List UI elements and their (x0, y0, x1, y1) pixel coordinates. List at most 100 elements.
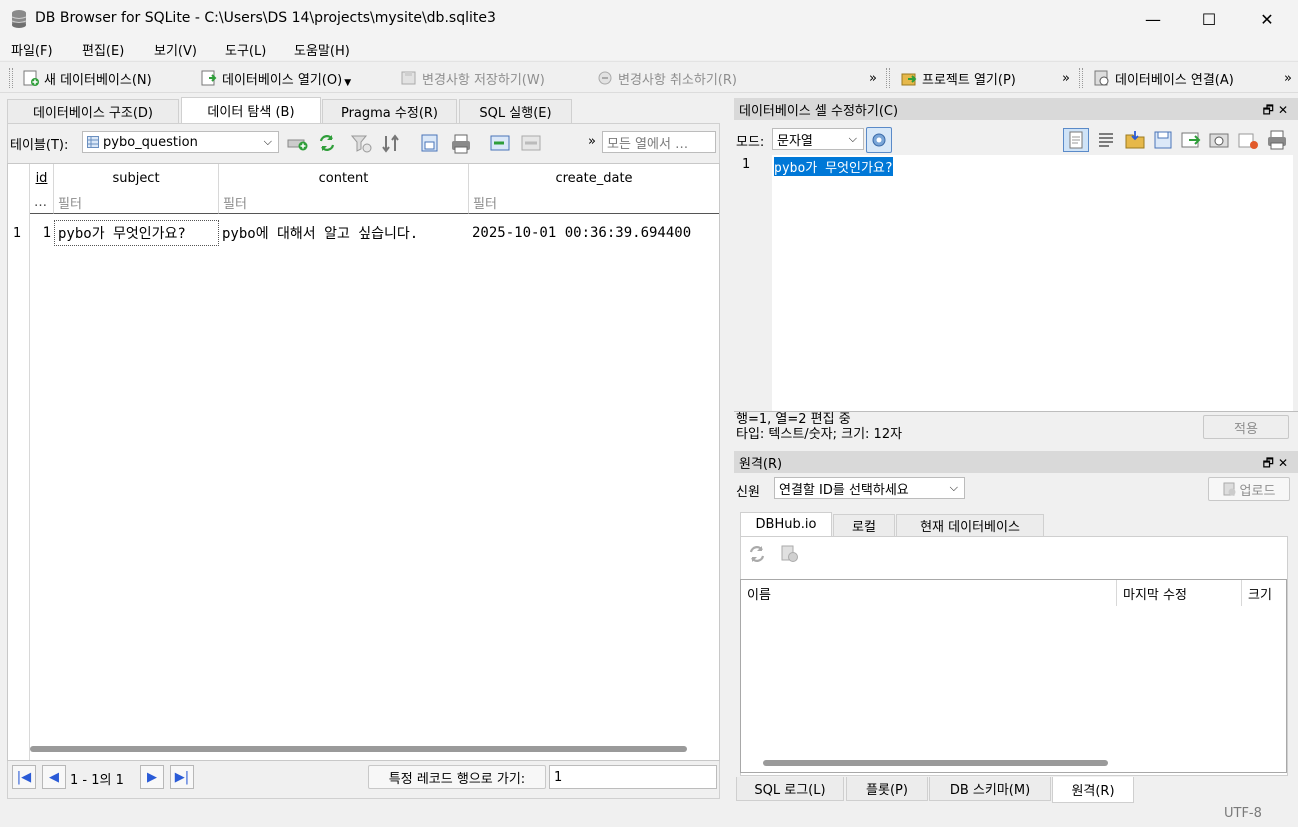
toolbar-overflow-button[interactable]: » (869, 66, 877, 90)
filter-id[interactable]: … (30, 192, 54, 214)
column-header-size[interactable]: 크기 (1242, 580, 1286, 606)
sort-order-icon[interactable] (381, 134, 403, 154)
new-database-label: 새 데이터베이스(N) (44, 72, 152, 88)
tab-edit-pragmas[interactable]: Pragma 수정(R) (322, 99, 457, 123)
add-record-icon[interactable] (287, 134, 309, 152)
toolbar-overflow-button[interactable]: » (1284, 66, 1292, 90)
open-project-button[interactable]: 프로젝트 열기(P) (900, 66, 1016, 90)
tab-local[interactable]: 로컬 (833, 514, 895, 536)
delete-record-icon[interactable] (520, 133, 544, 155)
table-cell-content[interactable]: pybo에 대해서 알고 싶습니다. (219, 220, 469, 246)
tab-current-database[interactable]: 현재 데이터베이스 (896, 514, 1044, 536)
apply-button[interactable]: 적용 (1203, 415, 1289, 439)
tab-execute-sql[interactable]: SQL 실행(E) (459, 99, 572, 123)
menu-bar: 파일(F) 편집(E) 보기(V) 도구(L) 도움말(H) (0, 38, 1298, 60)
text-mode-icon[interactable] (1063, 128, 1089, 152)
tab-browse-data[interactable]: 데이터 탐색 (B) (181, 97, 321, 123)
filter-create-date[interactable]: 필터 (469, 192, 719, 214)
print-icon[interactable] (450, 133, 472, 155)
upload-button[interactable]: 업로드 (1208, 477, 1290, 501)
cell-editor-title-bar: 데이터베이스 셀 수정하기(C) 🗗✕ (734, 98, 1298, 120)
table-select[interactable]: pybo_question ⌵ (82, 131, 279, 153)
clear-filters-icon[interactable] (351, 134, 373, 154)
first-record-button[interactable]: |◀ (12, 765, 36, 789)
export-file-icon[interactable] (1152, 129, 1174, 151)
word-wrap-icon[interactable] (1096, 130, 1116, 150)
column-header-content[interactable]: content (219, 164, 469, 192)
dock-float-close-icons[interactable]: 🗗✕ (1263, 454, 1292, 475)
next-record-button[interactable]: ▶ (140, 765, 164, 789)
tab-plot[interactable]: 플롯(P) (846, 777, 928, 801)
insert-values-icon[interactable] (489, 133, 513, 155)
auto-switch-mode-button[interactable] (866, 127, 892, 153)
toolbar-grip[interactable] (1079, 68, 1083, 88)
column-header-create-date[interactable]: create_date (469, 164, 719, 192)
print-cell-icon[interactable] (1266, 129, 1288, 151)
remote-title: 원격(R) (739, 456, 783, 472)
last-record-button[interactable]: ▶| (170, 765, 194, 789)
menu-file[interactable]: 파일(F) (11, 40, 53, 59)
horizontal-scrollbar[interactable] (30, 746, 687, 752)
column-header-name[interactable]: 이름 (741, 580, 1117, 606)
write-changes-button[interactable]: 변경사항 저장하기(W) (400, 66, 545, 90)
revert-changes-button[interactable]: 변경사항 취소하기(R) (596, 66, 737, 90)
filter-all-columns-input[interactable]: 모든 열에서 … (602, 131, 716, 153)
refresh-icon[interactable] (748, 545, 766, 563)
toolbar-overflow-button[interactable]: » (1062, 66, 1070, 90)
attach-database-icon (1094, 70, 1109, 86)
maximize-button[interactable]: ☐ (1180, 0, 1238, 38)
goto-record-button[interactable]: 특정 레코드 행으로 가기: (368, 765, 546, 789)
tab-dbhub[interactable]: DBHub.io (740, 512, 832, 536)
tab-database-structure[interactable]: 데이터베이스 구조(D) (7, 99, 179, 123)
table-cell-subject[interactable]: pybo가 무엇인가요? (54, 220, 219, 246)
tab-sql-log[interactable]: SQL 로그(L) (736, 777, 844, 801)
browse-toolbar-overflow[interactable]: » (588, 134, 596, 149)
tab-db-schema[interactable]: DB 스키마(M) (929, 777, 1051, 801)
refresh-icon[interactable] (318, 134, 336, 152)
column-header-id[interactable]: id (30, 164, 54, 192)
column-header-last-modified[interactable]: 마지막 수정 (1117, 580, 1242, 606)
cell-editor-textarea[interactable]: pybo가 무엇인가요? (772, 155, 1293, 411)
mode-select[interactable]: 문자열 ⌵ (772, 128, 864, 150)
save-view-icon[interactable] (420, 133, 442, 155)
open-in-app-icon[interactable] (1208, 129, 1232, 151)
new-database-button[interactable]: 새 데이터베이스(N) (22, 66, 152, 90)
table-cell-id[interactable]: 1 (30, 220, 54, 246)
close-button[interactable]: ✕ (1238, 0, 1296, 38)
revert-changes-icon (598, 71, 612, 85)
encoding-status: UTF-8 (1224, 806, 1262, 821)
horizontal-scrollbar[interactable] (763, 760, 1108, 766)
remote-file-list: 이름 마지막 수정 크기 (740, 579, 1287, 773)
column-header-subject[interactable]: subject (54, 164, 219, 192)
null-indicator-icon[interactable] (1238, 131, 1260, 151)
open-database-icon (201, 70, 217, 86)
data-grid: id subject content create_date … 필터 필터 필… (7, 163, 720, 761)
table-cell-create-date[interactable]: 2025-10-01 00:36:39.694400 (469, 220, 719, 246)
menu-tools[interactable]: 도구(L) (225, 40, 266, 59)
tab-remote[interactable]: 원격(R) (1052, 777, 1134, 803)
clone-database-icon[interactable] (780, 544, 800, 564)
line-number-gutter: 1 (734, 155, 772, 411)
dropdown-arrow-icon[interactable]: ▼ (344, 78, 351, 88)
mode-label: 모드: (736, 135, 765, 150)
open-database-button[interactable]: 데이터베이스 열기(O) ▼ (200, 66, 351, 90)
menu-edit[interactable]: 편집(E) (82, 40, 124, 59)
menu-view[interactable]: 보기(V) (154, 40, 197, 59)
dock-float-close-icons[interactable]: 🗗✕ (1263, 101, 1292, 122)
import-file-icon[interactable] (1124, 129, 1146, 151)
filter-content[interactable]: 필터 (219, 192, 469, 214)
row-number[interactable]: 1 (10, 220, 30, 246)
identity-select[interactable]: 연결할 ID를 선택하세요 ⌵ (774, 477, 965, 499)
toolbar-grip[interactable] (886, 68, 890, 88)
remote-title-bar: 원격(R) 🗗✕ (734, 451, 1298, 473)
attach-database-button[interactable]: 데이터베이스 연결(A) (1093, 66, 1234, 90)
menu-help[interactable]: 도움말(H) (294, 40, 350, 59)
chevron-down-icon: ⌵ (263, 135, 272, 148)
revert-changes-label: 변경사항 취소하기(R) (618, 72, 737, 88)
toolbar-grip[interactable] (9, 68, 13, 88)
minimize-button[interactable]: — (1124, 0, 1182, 38)
filter-subject[interactable]: 필터 (54, 192, 219, 214)
goto-record-input[interactable]: 1 (549, 765, 717, 789)
previous-record-button[interactable]: ◀ (42, 765, 66, 789)
set-null-icon[interactable] (1180, 129, 1202, 151)
